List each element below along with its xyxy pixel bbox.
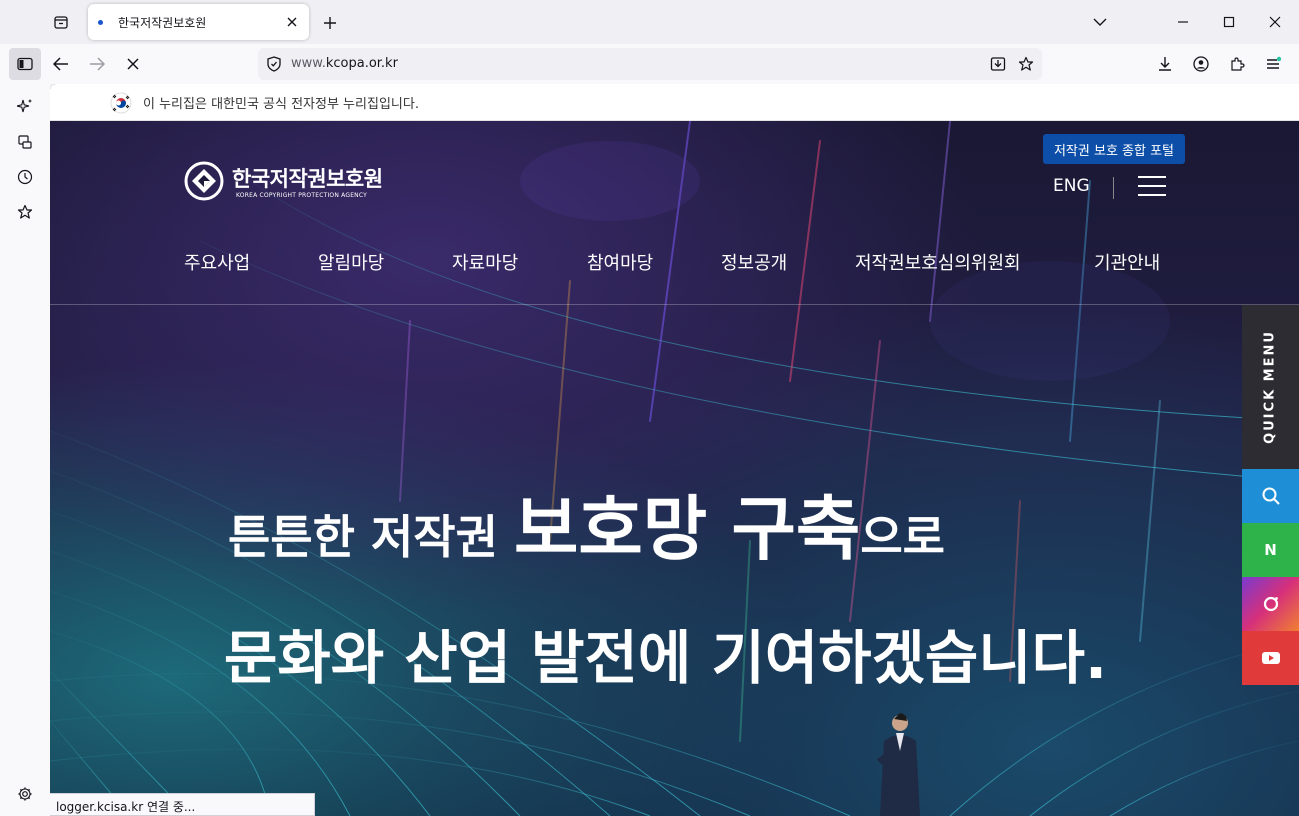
account-icon[interactable] bbox=[1185, 48, 1217, 80]
quick-menu: QUICK MENU N bbox=[1242, 305, 1299, 686]
status-bar-text: logger.kcisa.kr 연결 중... bbox=[50, 793, 315, 816]
bookmark-star-icon[interactable] bbox=[1016, 54, 1036, 74]
quick-youtube-button[interactable] bbox=[1242, 631, 1299, 685]
tab-strip: 한국저작권보호원 bbox=[0, 0, 1299, 44]
sidebar-toggle-icon[interactable] bbox=[9, 48, 41, 80]
standing-businessman-image bbox=[876, 713, 920, 816]
maximize-icon[interactable] bbox=[1217, 10, 1241, 34]
tab-list-icon[interactable] bbox=[48, 10, 74, 34]
instagram-icon bbox=[1263, 596, 1278, 612]
gnb-item-information-disclosure[interactable]: 정보공개 bbox=[721, 249, 787, 275]
government-banner: 이 누리집은 대한민국 공식 전자정부 누리집입니다. bbox=[50, 84, 1299, 121]
logo-english-name: KOREA COPYRIGHT PROTECTION AGENCY bbox=[236, 192, 368, 199]
gnb-item-main-business[interactable]: 주요사업 bbox=[184, 249, 250, 275]
search-icon bbox=[1262, 487, 1280, 505]
quick-search-button[interactable] bbox=[1242, 469, 1299, 523]
minimize-icon[interactable] bbox=[1171, 10, 1195, 34]
back-icon[interactable] bbox=[45, 48, 77, 80]
ai-chatbot-icon[interactable] bbox=[13, 94, 37, 118]
install-page-icon[interactable] bbox=[988, 54, 1008, 74]
url-text[interactable]: www.kcopa.or.kr bbox=[291, 56, 398, 71]
stop-loading-icon[interactable] bbox=[117, 48, 149, 80]
close-window-icon[interactable] bbox=[1263, 10, 1287, 34]
web-page: 이 누리집은 대한민국 공식 전자정부 누리집입니다. 한국저작권보호원 KOR… bbox=[50, 84, 1299, 816]
url-domain: kcopa.or.kr bbox=[325, 56, 398, 71]
hero-headline-part1: 튼튼한 저작권 bbox=[228, 510, 514, 564]
gnb-item-review-committee[interactable]: 저작권보호심의위원회 bbox=[855, 249, 1021, 275]
hero-background-graphic bbox=[50, 121, 1299, 816]
quick-menu-label: QUICK MENU bbox=[1262, 330, 1278, 444]
tab-title: 한국저작권보호원 bbox=[118, 16, 207, 30]
gnb-item-about-agency[interactable]: 기관안내 bbox=[1094, 249, 1160, 275]
bookmarks-icon[interactable] bbox=[13, 200, 37, 224]
browser-sidebar bbox=[0, 84, 50, 816]
synced-tabs-icon[interactable] bbox=[13, 130, 37, 154]
quick-menu-header: QUICK MENU bbox=[1242, 305, 1299, 469]
navigation-toolbar: www.kcopa.or.kr bbox=[0, 44, 1299, 84]
copyright-protection-portal-button[interactable]: 저작권 보호 종합 포털 bbox=[1043, 134, 1185, 164]
gnb-item-notices[interactable]: 알림마당 bbox=[318, 249, 384, 275]
naver-blog-icon: N bbox=[1264, 541, 1277, 559]
downloads-icon[interactable] bbox=[1149, 48, 1181, 80]
quick-instagram-button[interactable] bbox=[1242, 577, 1299, 631]
forward-icon[interactable] bbox=[81, 48, 113, 80]
hero-section: 한국저작권보호원 KOREA COPYRIGHT PROTECTION AGEN… bbox=[50, 121, 1299, 816]
app-menu-icon[interactable] bbox=[1257, 48, 1289, 80]
kcopa-logo[interactable]: 한국저작권보호원 KOREA COPYRIGHT PROTECTION AGEN… bbox=[184, 161, 394, 205]
youtube-icon bbox=[1261, 652, 1280, 664]
hero-headline-emphasis: 보호망 구축 bbox=[513, 488, 861, 570]
address-bar[interactable]: www.kcopa.or.kr bbox=[258, 48, 1042, 80]
main-navigation: 주요사업 알림마당 자료마당 참여마당 정보공개 저작권보호심의위원회 기관안내 bbox=[50, 241, 1299, 305]
gnb-item-participation[interactable]: 참여마당 bbox=[587, 249, 653, 275]
close-tab-icon[interactable] bbox=[283, 13, 301, 31]
tracking-protection-shield-icon[interactable] bbox=[264, 54, 284, 74]
url-prefix: www. bbox=[291, 56, 326, 71]
logo-korean-name: 한국저작권보호원 bbox=[232, 167, 383, 191]
hero-headline-part3: 으로 bbox=[860, 510, 945, 564]
hero-headline-line2: 문화와 산업 발전에 기여하겠습니다. bbox=[224, 624, 1108, 692]
government-banner-text: 이 누리집은 대한민국 공식 전자정부 누리집입니다. bbox=[143, 97, 419, 112]
history-icon[interactable] bbox=[13, 165, 37, 189]
settings-gear-icon[interactable] bbox=[13, 782, 37, 806]
hero-headline-line1: 튼튼한 저작권 보호망 구축으로 bbox=[228, 473, 945, 574]
loading-favicon-icon bbox=[98, 20, 103, 25]
english-language-link[interactable]: ENG bbox=[1053, 176, 1090, 196]
new-tab-icon[interactable] bbox=[318, 11, 342, 35]
gnb-item-resources[interactable]: 자료마당 bbox=[452, 249, 518, 275]
hamburger-menu-icon[interactable] bbox=[1138, 176, 1166, 196]
active-tab[interactable]: 한국저작권보호원 bbox=[88, 4, 309, 40]
extensions-icon[interactable] bbox=[1221, 48, 1253, 80]
list-all-tabs-icon[interactable] bbox=[1088, 10, 1112, 34]
quick-naver-blog-button[interactable]: N bbox=[1242, 523, 1299, 577]
header-divider bbox=[1113, 177, 1114, 199]
kcopa-emblem-icon bbox=[184, 161, 224, 201]
korea-flag-icon bbox=[110, 92, 132, 114]
